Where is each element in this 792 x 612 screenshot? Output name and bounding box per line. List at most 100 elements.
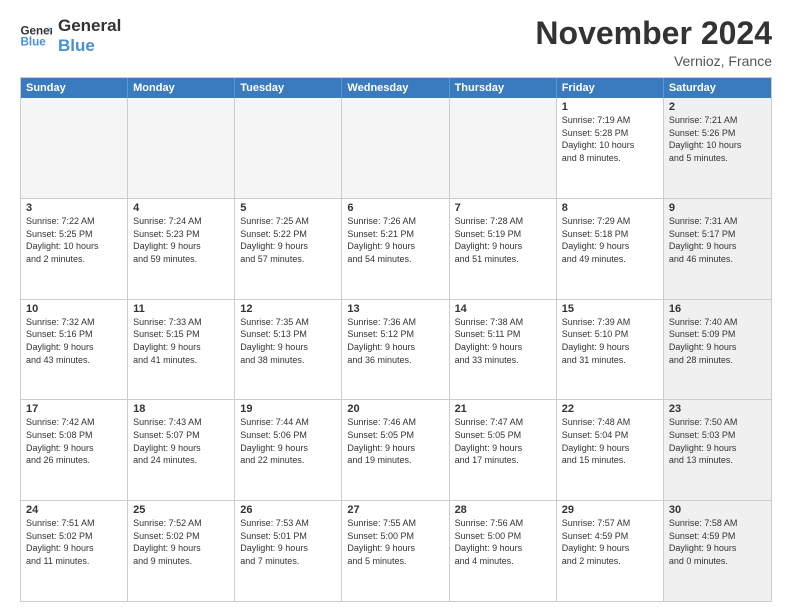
calendar-cell: 25Sunrise: 7:52 AM Sunset: 5:02 PM Dayli…: [128, 501, 235, 601]
logo-icon: General Blue: [20, 22, 52, 50]
calendar-cell: 23Sunrise: 7:50 AM Sunset: 5:03 PM Dayli…: [664, 400, 771, 500]
day-number: 16: [669, 303, 766, 315]
calendar-header-cell: Thursday: [450, 78, 557, 98]
calendar-cell: [128, 98, 235, 198]
calendar-cell: 9Sunrise: 7:31 AM Sunset: 5:17 PM Daylig…: [664, 199, 771, 299]
day-number: 24: [26, 504, 122, 516]
day-info: Sunrise: 7:28 AM Sunset: 5:19 PM Dayligh…: [455, 215, 551, 265]
calendar-cell: 6Sunrise: 7:26 AM Sunset: 5:21 PM Daylig…: [342, 199, 449, 299]
day-number: 3: [26, 202, 122, 214]
calendar-cell: 14Sunrise: 7:38 AM Sunset: 5:11 PM Dayli…: [450, 300, 557, 400]
calendar-cell: 26Sunrise: 7:53 AM Sunset: 5:01 PM Dayli…: [235, 501, 342, 601]
logo-line2: Blue: [58, 36, 121, 56]
calendar-cell: 15Sunrise: 7:39 AM Sunset: 5:10 PM Dayli…: [557, 300, 664, 400]
calendar-cell: 27Sunrise: 7:55 AM Sunset: 5:00 PM Dayli…: [342, 501, 449, 601]
day-number: 20: [347, 403, 443, 415]
calendar-cell: 11Sunrise: 7:33 AM Sunset: 5:15 PM Dayli…: [128, 300, 235, 400]
calendar-cell: 7Sunrise: 7:28 AM Sunset: 5:19 PM Daylig…: [450, 199, 557, 299]
calendar-cell: 21Sunrise: 7:47 AM Sunset: 5:05 PM Dayli…: [450, 400, 557, 500]
day-number: 7: [455, 202, 551, 214]
calendar-cell: [450, 98, 557, 198]
calendar-header-cell: Wednesday: [342, 78, 449, 98]
calendar-cell: 8Sunrise: 7:29 AM Sunset: 5:18 PM Daylig…: [557, 199, 664, 299]
day-number: 5: [240, 202, 336, 214]
calendar-row: 10Sunrise: 7:32 AM Sunset: 5:16 PM Dayli…: [21, 299, 771, 400]
day-number: 19: [240, 403, 336, 415]
calendar-cell: 22Sunrise: 7:48 AM Sunset: 5:04 PM Dayli…: [557, 400, 664, 500]
day-number: 12: [240, 303, 336, 315]
day-number: 27: [347, 504, 443, 516]
day-number: 9: [669, 202, 766, 214]
calendar-cell: 20Sunrise: 7:46 AM Sunset: 5:05 PM Dayli…: [342, 400, 449, 500]
page: General Blue General Blue November 2024 …: [0, 0, 792, 612]
calendar-header-cell: Sunday: [21, 78, 128, 98]
calendar-cell: [21, 98, 128, 198]
day-info: Sunrise: 7:35 AM Sunset: 5:13 PM Dayligh…: [240, 316, 336, 366]
day-info: Sunrise: 7:47 AM Sunset: 5:05 PM Dayligh…: [455, 416, 551, 466]
day-number: 30: [669, 504, 766, 516]
day-number: 11: [133, 303, 229, 315]
calendar: SundayMondayTuesdayWednesdayThursdayFrid…: [20, 77, 772, 602]
day-info: Sunrise: 7:48 AM Sunset: 5:04 PM Dayligh…: [562, 416, 658, 466]
calendar-cell: 19Sunrise: 7:44 AM Sunset: 5:06 PM Dayli…: [235, 400, 342, 500]
calendar-header-cell: Saturday: [664, 78, 771, 98]
day-info: Sunrise: 7:43 AM Sunset: 5:07 PM Dayligh…: [133, 416, 229, 466]
day-info: Sunrise: 7:25 AM Sunset: 5:22 PM Dayligh…: [240, 215, 336, 265]
calendar-cell: 24Sunrise: 7:51 AM Sunset: 5:02 PM Dayli…: [21, 501, 128, 601]
day-number: 21: [455, 403, 551, 415]
month-title: November 2024: [535, 16, 772, 51]
calendar-cell: 30Sunrise: 7:58 AM Sunset: 4:59 PM Dayli…: [664, 501, 771, 601]
day-number: 26: [240, 504, 336, 516]
calendar-cell: 2Sunrise: 7:21 AM Sunset: 5:26 PM Daylig…: [664, 98, 771, 198]
calendar-cell: 1Sunrise: 7:19 AM Sunset: 5:28 PM Daylig…: [557, 98, 664, 198]
location: Vernioz, France: [535, 53, 772, 69]
day-info: Sunrise: 7:50 AM Sunset: 5:03 PM Dayligh…: [669, 416, 766, 466]
day-info: Sunrise: 7:29 AM Sunset: 5:18 PM Dayligh…: [562, 215, 658, 265]
day-number: 10: [26, 303, 122, 315]
day-info: Sunrise: 7:46 AM Sunset: 5:05 PM Dayligh…: [347, 416, 443, 466]
svg-text:Blue: Blue: [20, 35, 46, 48]
calendar-cell: 3Sunrise: 7:22 AM Sunset: 5:25 PM Daylig…: [21, 199, 128, 299]
day-info: Sunrise: 7:42 AM Sunset: 5:08 PM Dayligh…: [26, 416, 122, 466]
day-info: Sunrise: 7:26 AM Sunset: 5:21 PM Dayligh…: [347, 215, 443, 265]
day-number: 13: [347, 303, 443, 315]
day-info: Sunrise: 7:57 AM Sunset: 4:59 PM Dayligh…: [562, 517, 658, 567]
day-number: 29: [562, 504, 658, 516]
day-number: 6: [347, 202, 443, 214]
calendar-row: 3Sunrise: 7:22 AM Sunset: 5:25 PM Daylig…: [21, 198, 771, 299]
day-info: Sunrise: 7:53 AM Sunset: 5:01 PM Dayligh…: [240, 517, 336, 567]
day-info: Sunrise: 7:36 AM Sunset: 5:12 PM Dayligh…: [347, 316, 443, 366]
day-info: Sunrise: 7:19 AM Sunset: 5:28 PM Dayligh…: [562, 114, 658, 164]
day-info: Sunrise: 7:38 AM Sunset: 5:11 PM Dayligh…: [455, 316, 551, 366]
day-number: 22: [562, 403, 658, 415]
day-number: 17: [26, 403, 122, 415]
day-info: Sunrise: 7:44 AM Sunset: 5:06 PM Dayligh…: [240, 416, 336, 466]
day-info: Sunrise: 7:24 AM Sunset: 5:23 PM Dayligh…: [133, 215, 229, 265]
calendar-cell: [342, 98, 449, 198]
calendar-row: 24Sunrise: 7:51 AM Sunset: 5:02 PM Dayli…: [21, 500, 771, 601]
calendar-cell: 5Sunrise: 7:25 AM Sunset: 5:22 PM Daylig…: [235, 199, 342, 299]
calendar-cell: 29Sunrise: 7:57 AM Sunset: 4:59 PM Dayli…: [557, 501, 664, 601]
calendar-cell: 28Sunrise: 7:56 AM Sunset: 5:00 PM Dayli…: [450, 501, 557, 601]
day-number: 8: [562, 202, 658, 214]
day-info: Sunrise: 7:33 AM Sunset: 5:15 PM Dayligh…: [133, 316, 229, 366]
day-number: 28: [455, 504, 551, 516]
logo-line1: General: [58, 16, 121, 36]
calendar-header: SundayMondayTuesdayWednesdayThursdayFrid…: [21, 78, 771, 98]
calendar-header-cell: Monday: [128, 78, 235, 98]
logo: General Blue General Blue: [20, 16, 121, 55]
header: General Blue General Blue November 2024 …: [20, 16, 772, 69]
calendar-body: 1Sunrise: 7:19 AM Sunset: 5:28 PM Daylig…: [21, 98, 771, 601]
day-info: Sunrise: 7:51 AM Sunset: 5:02 PM Dayligh…: [26, 517, 122, 567]
day-info: Sunrise: 7:31 AM Sunset: 5:17 PM Dayligh…: [669, 215, 766, 265]
day-info: Sunrise: 7:39 AM Sunset: 5:10 PM Dayligh…: [562, 316, 658, 366]
day-info: Sunrise: 7:22 AM Sunset: 5:25 PM Dayligh…: [26, 215, 122, 265]
calendar-cell: 16Sunrise: 7:40 AM Sunset: 5:09 PM Dayli…: [664, 300, 771, 400]
calendar-header-cell: Tuesday: [235, 78, 342, 98]
day-info: Sunrise: 7:40 AM Sunset: 5:09 PM Dayligh…: [669, 316, 766, 366]
day-number: 15: [562, 303, 658, 315]
day-number: 25: [133, 504, 229, 516]
day-info: Sunrise: 7:58 AM Sunset: 4:59 PM Dayligh…: [669, 517, 766, 567]
day-number: 14: [455, 303, 551, 315]
calendar-row: 17Sunrise: 7:42 AM Sunset: 5:08 PM Dayli…: [21, 399, 771, 500]
